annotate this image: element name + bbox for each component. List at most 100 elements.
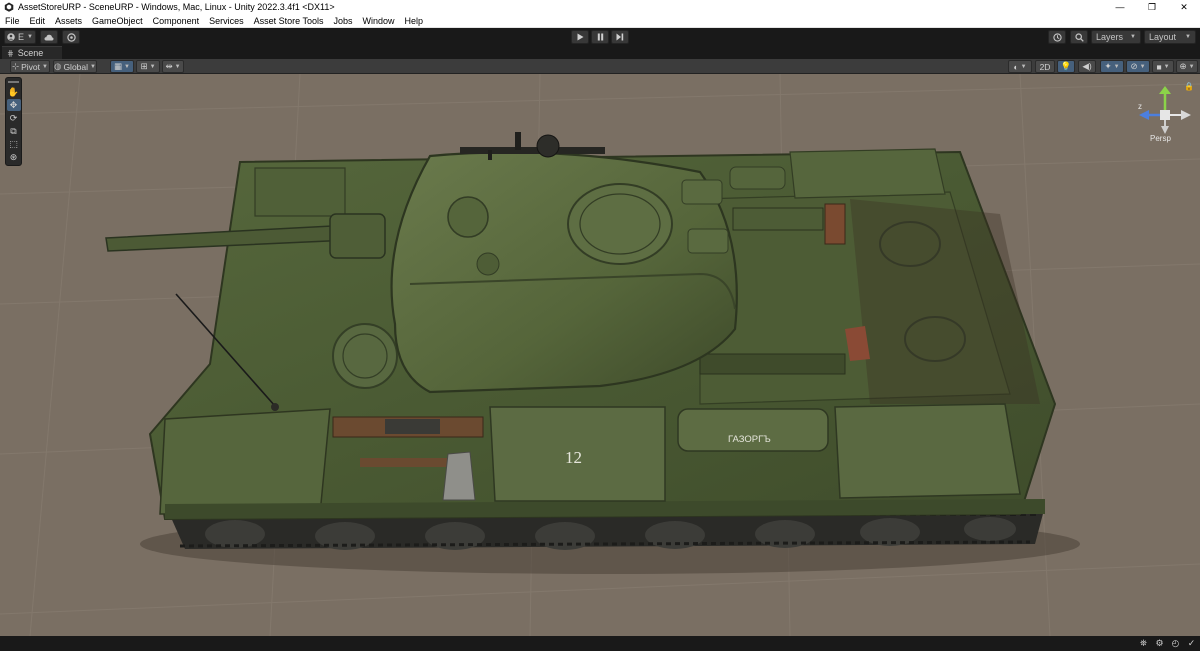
scorch-mark bbox=[850, 199, 1040, 404]
collab-icon bbox=[66, 32, 76, 42]
shading-icon: ◐ bbox=[1013, 61, 1019, 72]
lock-icon[interactable]: 🔒 bbox=[1184, 82, 1194, 91]
menu-component[interactable]: Component bbox=[148, 14, 205, 28]
stowage-box bbox=[789, 148, 946, 199]
menu-edit[interactable]: Edit bbox=[25, 14, 51, 28]
draw-mode-dropdown[interactable]: ◐ ▼ bbox=[1008, 60, 1032, 73]
effects-icon: ✦ bbox=[1104, 61, 1112, 71]
menu-jobs[interactable]: Jobs bbox=[329, 14, 358, 28]
2d-label: 2D bbox=[1039, 61, 1051, 72]
menu-services[interactable]: Services bbox=[204, 14, 249, 28]
fuel-cap bbox=[824, 203, 846, 245]
search-button[interactable] bbox=[1070, 30, 1088, 44]
cloud-button[interactable] bbox=[40, 30, 58, 44]
turret-vision-block bbox=[687, 228, 729, 254]
pause-button[interactable] bbox=[591, 30, 609, 44]
hull-number: 12 bbox=[565, 448, 582, 467]
close-button[interactable]: ✕ bbox=[1168, 0, 1200, 14]
grid-toggle[interactable]: ▦ ▼ bbox=[110, 60, 134, 73]
persp-label[interactable]: Persp bbox=[1150, 134, 1171, 143]
gizmos-icon: ⊕ bbox=[1179, 61, 1187, 71]
globe-icon: ◍ bbox=[54, 61, 62, 71]
rotate-tool-icon[interactable]: ⟳ bbox=[7, 112, 21, 124]
transform-tool-icon[interactable]: ⊛ bbox=[7, 151, 21, 163]
gizmos-dropdown[interactable]: ⊕ ▼ bbox=[1176, 60, 1198, 73]
camera-dropdown[interactable]: ■ ▼ bbox=[1152, 60, 1174, 73]
tab-scene[interactable]: ⋕ Scene bbox=[2, 46, 62, 59]
2d-toggle[interactable]: 2D bbox=[1035, 60, 1055, 73]
play-icon bbox=[577, 33, 583, 41]
progress-icon[interactable]: ◴ bbox=[1170, 638, 1181, 649]
chevron-down-icon: ▼ bbox=[1130, 34, 1136, 40]
chevron-down-icon: ▼ bbox=[1139, 63, 1146, 70]
scale-tool-icon[interactable]: ⧉ bbox=[7, 125, 21, 137]
grid-icon: ▦ bbox=[114, 61, 123, 71]
bug-icon[interactable]: ⛯ bbox=[1138, 638, 1149, 649]
hand-tool-icon[interactable]: ✋ bbox=[7, 86, 21, 98]
collab-button[interactable] bbox=[62, 30, 80, 44]
window-title-bar: AssetStoreURP - SceneURP - Windows, Mac,… bbox=[0, 0, 1200, 14]
step-button[interactable] bbox=[611, 30, 629, 44]
chevron-down-icon: ▼ bbox=[124, 63, 130, 70]
menu-help[interactable]: Help bbox=[400, 14, 429, 28]
step-icon bbox=[616, 33, 624, 41]
global-label: Global bbox=[63, 61, 89, 72]
lighting-toggle[interactable]: 💡 bbox=[1057, 60, 1075, 73]
chevron-down-icon: ▼ bbox=[42, 63, 48, 70]
chevron-down-icon: ▼ bbox=[1185, 34, 1191, 40]
search-icon bbox=[1074, 32, 1084, 42]
antenna-mount bbox=[271, 403, 279, 411]
visibility-icon: ⊘ bbox=[1130, 61, 1138, 71]
effects-dropdown[interactable]: ✦ ▼ bbox=[1100, 60, 1124, 73]
menu-window[interactable]: Window bbox=[358, 14, 400, 28]
menu-asset-store-tools[interactable]: Asset Store Tools bbox=[249, 14, 329, 28]
menu-gameobject[interactable]: GameObject bbox=[87, 14, 148, 28]
restore-button[interactable]: ❐ bbox=[1136, 0, 1168, 14]
shovel-blade bbox=[385, 419, 440, 434]
lightbulb-icon: 💡 bbox=[1060, 61, 1072, 71]
chevron-down-icon: ▼ bbox=[174, 63, 181, 70]
pivot-dropdown[interactable]: ⊹ Pivot ▼ bbox=[10, 60, 50, 73]
scene-toolbar: ⊹ Pivot ▼ ◍ Global ▼ ▦ ▼ ⊞ ▼ ⇹ ▼ ◐ ▼ 2D … bbox=[0, 59, 1200, 74]
cloud-icon bbox=[44, 34, 54, 40]
layers-dropdown[interactable]: Layers ▼ bbox=[1091, 30, 1141, 44]
global-dropdown[interactable]: ◍ Global ▼ bbox=[53, 60, 97, 73]
tab-scene-label: Scene bbox=[17, 48, 44, 58]
gizmo-z-label: z bbox=[1138, 102, 1142, 111]
scene-render[interactable]: 12 ГАЗОРГЪ bbox=[0, 74, 1200, 636]
move-tool-icon[interactable]: ✥ bbox=[6, 99, 21, 111]
exhaust-grill bbox=[699, 353, 846, 375]
rect-tool-icon[interactable]: ⬚ bbox=[7, 138, 21, 150]
unity-logo-icon bbox=[4, 2, 14, 12]
scene-tab-bar: ⋕ Scene bbox=[0, 46, 1200, 59]
engine-grill bbox=[732, 207, 824, 231]
tool-palette: ✋ ✥ ⟳ ⧉ ⬚ ⊛ bbox=[5, 77, 22, 166]
scene-viewport[interactable]: 12 ГАЗОРГЪ ✋ ✥ ⟳ ⧉ ⬚ ⊛ z 🔒 Persp bbox=[0, 74, 1200, 636]
minimize-button[interactable]: — bbox=[1104, 0, 1136, 14]
increment-snap-toggle[interactable]: ⇹ ▼ bbox=[162, 60, 184, 73]
turret-periscope bbox=[447, 196, 489, 238]
account-dropdown[interactable]: E ▼ bbox=[4, 30, 36, 44]
layout-dropdown[interactable]: Layout ▼ bbox=[1144, 30, 1196, 44]
axe-head bbox=[442, 451, 476, 501]
play-button[interactable] bbox=[571, 30, 589, 44]
pivot-icon: ⊹ bbox=[12, 61, 20, 71]
audio-toggle[interactable]: ◀) bbox=[1078, 60, 1096, 73]
check-icon[interactable]: ✓ bbox=[1186, 638, 1197, 649]
chevron-down-icon: ▼ bbox=[149, 63, 156, 70]
hidden-objects-dropdown[interactable]: ⊘ ▼ bbox=[1126, 60, 1150, 73]
menu-assets[interactable]: Assets bbox=[50, 14, 87, 28]
increment-snap-icon: ⇹ bbox=[165, 61, 173, 71]
fuel-tank-label: ГАЗОРГЪ bbox=[728, 434, 771, 445]
layers-label: Layers bbox=[1096, 32, 1124, 42]
pivot-label: Pivot bbox=[21, 61, 41, 72]
snap-toggle[interactable]: ⊞ ▼ bbox=[136, 60, 160, 73]
palette-grip[interactable] bbox=[8, 81, 19, 83]
chevron-down-icon: ▼ bbox=[1163, 63, 1170, 70]
history-button[interactable] bbox=[1048, 30, 1066, 44]
audio-icon: ◀) bbox=[1082, 61, 1092, 71]
cache-icon[interactable]: ⚙ bbox=[1154, 638, 1165, 649]
menu-file[interactable]: File bbox=[0, 14, 25, 28]
turret-periscope bbox=[476, 252, 500, 276]
tank-front-plate bbox=[159, 408, 331, 515]
